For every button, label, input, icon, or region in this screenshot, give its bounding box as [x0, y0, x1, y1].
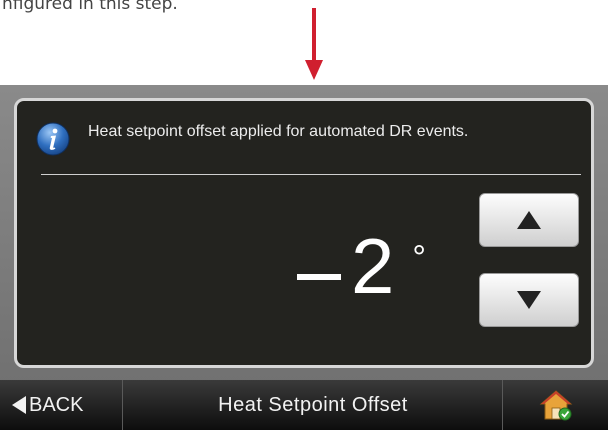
divider	[41, 174, 581, 175]
page-title: Heat Setpoint Offset	[218, 393, 408, 416]
separator	[502, 380, 503, 430]
offset-value: 2	[351, 222, 395, 310]
home-button[interactable]	[504, 380, 608, 430]
minus-sign	[297, 274, 341, 280]
offset-value-display: 2 °	[297, 227, 426, 305]
info-message: Heat setpoint offset applied for automat…	[88, 123, 469, 140]
degree-symbol: °	[412, 239, 426, 277]
up-triangle-icon	[517, 211, 541, 229]
back-button[interactable]: BACK	[0, 380, 122, 430]
annotation-arrow-icon	[305, 8, 323, 80]
back-arrow-icon	[12, 396, 26, 414]
increase-button[interactable]	[479, 193, 579, 247]
down-triangle-icon	[517, 291, 541, 309]
back-label: BACK	[29, 393, 84, 416]
info-icon	[36, 122, 70, 156]
thermostat-display: Heat setpoint offset applied for automat…	[0, 85, 608, 430]
separator	[122, 380, 123, 430]
home-icon	[539, 390, 573, 421]
decrease-button[interactable]	[479, 273, 579, 327]
instruction-caption: nfigured in this step.	[2, 0, 178, 14]
settings-screen: Heat setpoint offset applied for automat…	[14, 98, 594, 368]
bottom-navigation-bar: BACK Heat Setpoint Offset	[0, 380, 608, 430]
